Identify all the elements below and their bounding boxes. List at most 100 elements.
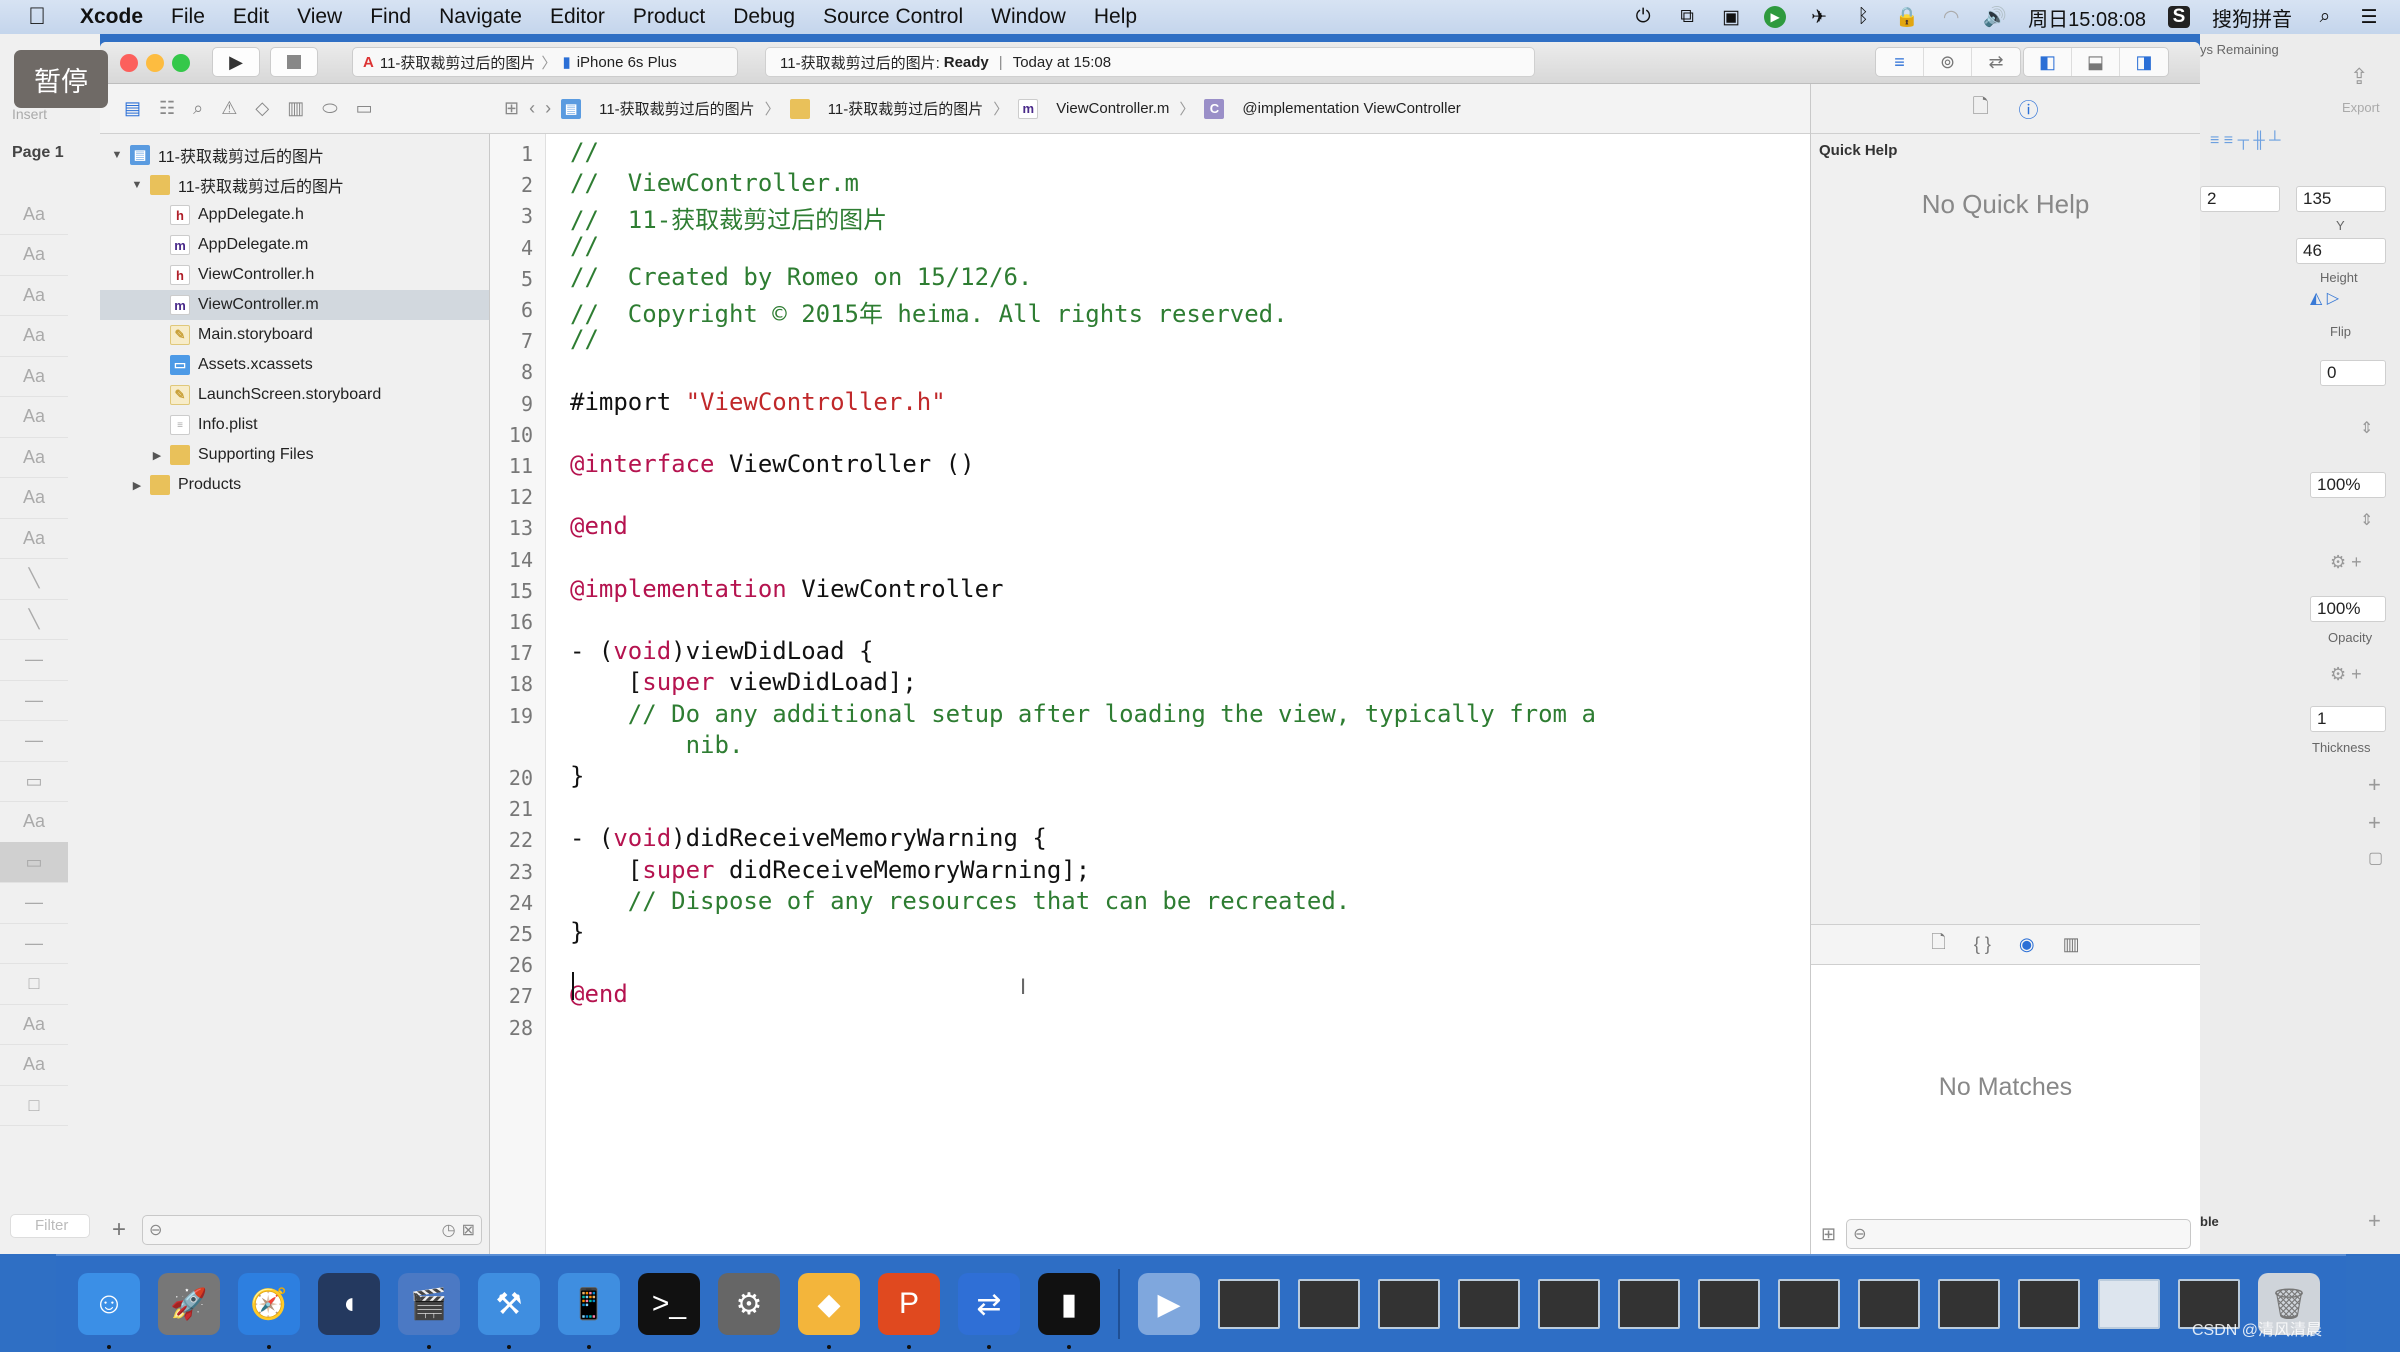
menu-debug[interactable]: Debug [733, 5, 795, 29]
code-line[interactable]: - (void)didReceiveMemoryWarning { [570, 824, 1047, 852]
dock-minimized-window[interactable] [1378, 1279, 1440, 1329]
navigator-item[interactable]: h AppDelegate.h [100, 200, 489, 230]
dock-minimized-window[interactable] [1938, 1279, 2000, 1329]
report-navigator-icon[interactable]: ▭ [356, 98, 373, 119]
dock-app-simulator[interactable]: 📱 [558, 1273, 620, 1349]
code-line[interactable]: // Created by Romeo on 15/12/6. [570, 263, 1032, 291]
gear-icon[interactable]: ⚙ + [2330, 552, 2362, 573]
pause-overlay[interactable]: 暂停 [14, 50, 108, 108]
disclosure-expanded-icon[interactable]: ▼ [130, 179, 144, 191]
dock-minimized-window[interactable] [1698, 1279, 1760, 1329]
border-gear-icon[interactable]: ⚙ + [2330, 664, 2362, 685]
height-field[interactable]: 46 [2296, 238, 2386, 264]
dock-app-launchpad[interactable]: 🚀 [158, 1273, 220, 1335]
dock-app-sketch[interactable]: ◆ [798, 1273, 860, 1349]
blend-stepper-icon[interactable]: ⇕ [2360, 510, 2373, 530]
code-line[interactable]: - (void)viewDidLoad { [570, 637, 873, 665]
code-line[interactable]: @end [570, 980, 628, 1008]
object-library-icon[interactable]: ◉ [2019, 934, 2035, 955]
menu-find[interactable]: Find [370, 5, 411, 29]
power-icon[interactable]: ⏻ [1632, 6, 1654, 28]
code-line[interactable]: // ViewController.m [570, 169, 859, 197]
toggle-utilities-icon[interactable]: ◨ [2120, 48, 2168, 76]
layer-row[interactable]: Aa [0, 275, 68, 315]
lock-icon[interactable]: 🔒 [1895, 6, 1919, 28]
layer-row[interactable]: — [0, 680, 68, 720]
code-line[interactable]: // Copyright © 2015年 heima. All rights r… [570, 294, 1288, 329]
code-line[interactable]: // [570, 138, 599, 166]
project-navigator-icon[interactable]: ▤ [124, 98, 141, 119]
menu-xcode[interactable]: Xcode [80, 5, 143, 29]
menu-window[interactable]: Window [991, 5, 1066, 29]
menu-editor[interactable]: Editor [550, 5, 605, 29]
breadcrumb-symbol[interactable]: @implementation ViewController [1242, 100, 1460, 117]
clock[interactable]: 周日15:08:08 [2028, 3, 2146, 32]
related-items-icon[interactable]: ⊞ [504, 98, 519, 119]
menu-help[interactable]: Help [1094, 5, 1137, 29]
dock-app-mouse[interactable]: ◖ [318, 1273, 380, 1335]
code-line[interactable]: } [570, 762, 584, 790]
layer-row[interactable]: ╲ [0, 559, 68, 599]
layer-row[interactable]: ▭ [0, 842, 68, 882]
dock-app-safari[interactable]: 🧭 [238, 1273, 300, 1349]
forward-button[interactable]: › [545, 98, 551, 119]
navigator-item[interactable]: h ViewController.h [100, 260, 489, 290]
code-line[interactable]: #import "ViewController.h" [570, 388, 946, 416]
screens-icon[interactable]: ⧉ [1676, 6, 1698, 28]
assistant-editor-icon[interactable]: ⊚ [1924, 48, 1972, 76]
breadcrumb-file[interactable]: ViewController.m [1056, 100, 1169, 117]
export-label[interactable]: Export [2342, 100, 2380, 115]
menu-file[interactable]: File [171, 5, 205, 29]
file-inspector-icon[interactable]: 🗋 [1972, 92, 1988, 126]
code-line[interactable]: [super viewDidLoad]; [570, 668, 917, 696]
navigator-item[interactable]: ✎ LaunchScreen.storyboard [100, 380, 489, 410]
disclosure-collapsed-icon[interactable]: ▶ [130, 479, 144, 492]
dock-app-console[interactable]: ▮ [1038, 1273, 1100, 1349]
dock-minimized-window[interactable] [1778, 1279, 1840, 1329]
add-file-icon[interactable]: + [112, 1216, 142, 1244]
source-editor[interactable]: 1 2 3 4 5 6 7 8 9 10 11 12 13 14 15 16 17 18 19 20 21 22 23 24 2… [490, 134, 1810, 1254]
menu-navigate[interactable]: Navigate [439, 5, 522, 29]
minimize-window-button[interactable] [146, 54, 164, 72]
code-snippet-library-icon[interactable]: { } [1974, 934, 1991, 955]
dock-minimized-window[interactable] [1218, 1279, 1280, 1329]
layer-row[interactable]: ▭ [0, 761, 68, 801]
navigator-item[interactable]: ✎ Main.storyboard [100, 320, 489, 350]
scm-filter-icon[interactable]: ⊠ [462, 1220, 475, 1240]
dock-app-finder[interactable]: ☺ [78, 1273, 140, 1349]
back-button[interactable]: ‹ [529, 98, 535, 119]
apple-menu-icon[interactable]:  [28, 3, 56, 31]
dock-app-teamviewer[interactable]: ⇄ [958, 1273, 1020, 1349]
layer-row[interactable]: — [0, 883, 68, 923]
zoom-window-button[interactable] [172, 54, 190, 72]
dock-app-media-player[interactable]: ▶ [1138, 1273, 1200, 1335]
breadcrumb-project[interactable]: 11-获取裁剪过后的图片 [599, 98, 755, 119]
y-field[interactable]: 135 [2296, 186, 2386, 212]
layer-row[interactable]: Aa [0, 235, 68, 275]
layer-row[interactable]: ╲ [0, 599, 68, 639]
spotlight-icon[interactable]: ⌕ [2314, 6, 2336, 28]
test-navigator-icon[interactable]: ◇ [255, 98, 269, 119]
dock-minimized-window[interactable] [2098, 1279, 2160, 1329]
code-line[interactable]: // Dispose of any resources that can be … [570, 887, 1350, 915]
layer-row[interactable]: Aa [0, 194, 68, 234]
layer-row[interactable]: — [0, 721, 68, 761]
code-line[interactable]: nib. [570, 731, 744, 759]
rotate-field[interactable]: 0 [2320, 360, 2386, 386]
thickness-field[interactable]: 1 [2310, 706, 2386, 732]
stepper-icon[interactable]: ⇕ [2360, 418, 2373, 438]
opacity-field[interactable]: 100% [2310, 596, 2386, 622]
dock-app-system-preferences[interactable]: ⚙ [718, 1273, 780, 1335]
version-editor-icon[interactable]: ⇄ [1972, 48, 2020, 76]
navigator-filter-input[interactable]: ⊖ ◷ ⊠ [142, 1215, 482, 1245]
navigator-item[interactable]: m ViewController.m [100, 290, 489, 320]
layer-row[interactable]: □ [0, 1085, 68, 1125]
grid-view-icon[interactable]: ⊞ [1821, 1224, 1836, 1245]
wifi-icon[interactable]: ◠ [1940, 6, 1962, 28]
layer-row[interactable]: Aa [0, 316, 68, 356]
app-status-icon[interactable]: ▶ [1764, 6, 1787, 28]
trial-label[interactable]: ys Remaining [2200, 42, 2279, 57]
layer-row[interactable]: □ [0, 964, 68, 1004]
navigator-item[interactable]: ▭ Assets.xcassets [100, 350, 489, 380]
input-method-icon[interactable]: S [2168, 6, 2190, 28]
